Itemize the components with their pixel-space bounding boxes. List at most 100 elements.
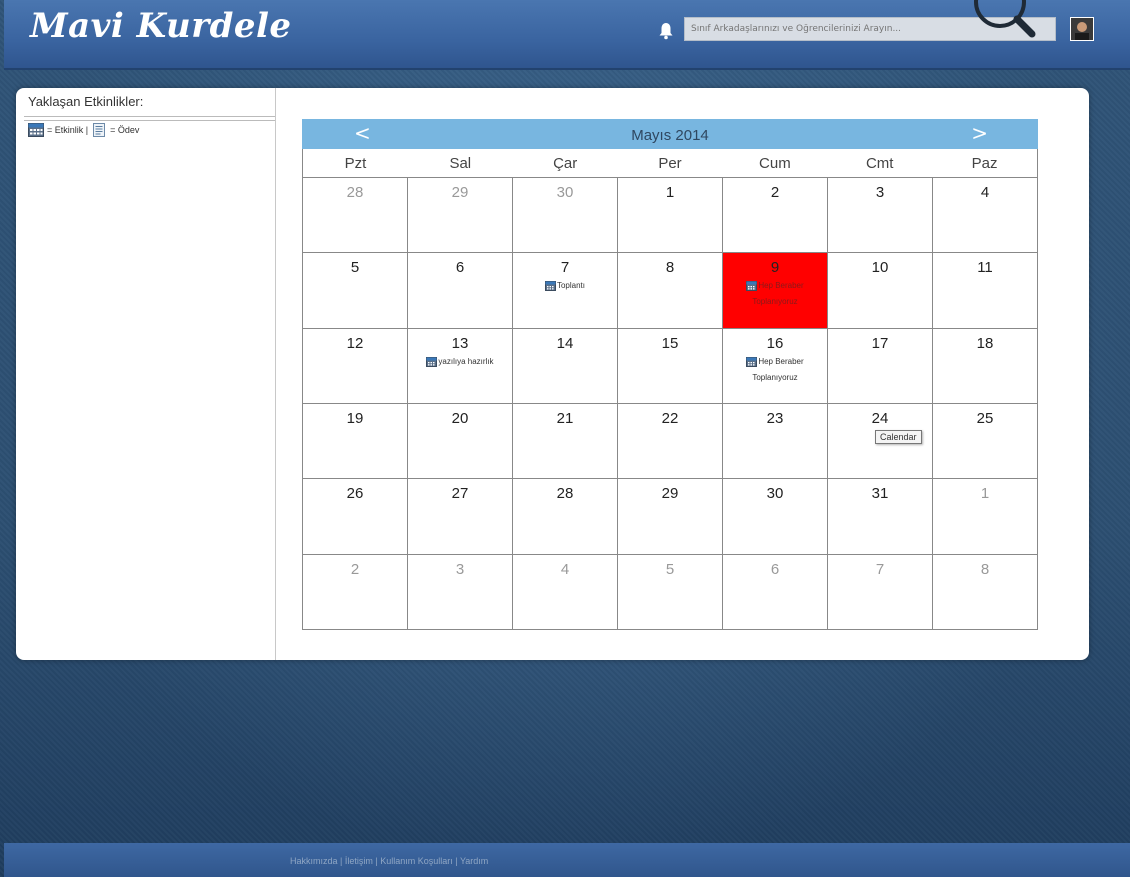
day-number: 14: [556, 334, 574, 352]
calendar-day[interactable]: 25: [933, 404, 1038, 480]
footer-separator: |: [452, 856, 460, 866]
event-calendar-icon: [28, 123, 44, 137]
day-number: 30: [556, 184, 574, 201]
calendar-day[interactable]: 30: [723, 479, 828, 555]
day-number: 10: [871, 259, 889, 277]
day-number: 21: [556, 410, 574, 427]
day-number: 2: [770, 184, 780, 201]
weekday-label: Cum: [759, 155, 791, 172]
calendar-day[interactable]: 19: [303, 404, 408, 480]
sidebar-divider: [24, 116, 275, 121]
footer-links: Hakkımızda | İletişim | Kullanım Koşulla…: [290, 856, 488, 866]
weekday-label: Pzt: [344, 155, 367, 172]
event-calendar-icon: [746, 281, 758, 292]
day-number: 17: [871, 334, 889, 352]
day-number: 20: [451, 410, 469, 427]
event-title: Toplantı: [556, 281, 586, 291]
calendar-day[interactable]: 5: [618, 554, 723, 630]
avatar[interactable]: [1070, 17, 1094, 41]
calendar-day[interactable]: 14: [513, 328, 618, 404]
calendar-day[interactable]: 1: [618, 178, 723, 254]
calendar-day[interactable]: 29: [618, 479, 723, 555]
calendar-day[interactable]: 26: [303, 479, 408, 555]
calendar-day[interactable]: 31: [828, 479, 933, 555]
homework-document-icon: [93, 123, 106, 137]
calendar-day-today[interactable]: 9 Hep Beraber Toplanıyoruz: [723, 253, 828, 329]
tooltip: Calendar: [875, 430, 922, 444]
calendar-event[interactable]: Hep Beraber Toplanıyoruz: [723, 354, 827, 386]
calendar-day[interactable]: 13 yazılıya hazırlık: [408, 328, 513, 404]
bell-icon[interactable]: [658, 22, 674, 40]
logo[interactable]: Mavi Kurdele: [30, 6, 292, 46]
day-number: 30: [766, 485, 784, 503]
day-number: 6: [770, 560, 780, 578]
event-calendar-icon: [746, 356, 758, 367]
calendar-day[interactable]: 16 Hep Beraber Toplanıyoruz: [723, 328, 828, 404]
day-number: 4: [980, 184, 990, 201]
day-number: 11: [977, 259, 993, 277]
calendar-day[interactable]: 27: [408, 479, 513, 555]
calendar-day[interactable]: 10: [828, 253, 933, 329]
day-number: 7: [560, 259, 570, 277]
calendar-day[interactable]: 2: [723, 178, 828, 254]
calendar-day[interactable]: 4: [513, 554, 618, 630]
calendar-day[interactable]: 2: [303, 554, 408, 630]
day-number: 12: [346, 334, 364, 352]
day-number: 25: [976, 410, 994, 427]
calendar-day[interactable]: 30: [513, 178, 618, 254]
event-title: Hep Beraber Toplanıyoruz: [752, 281, 804, 307]
day-number: 1: [980, 485, 990, 503]
next-month-button[interactable]: >: [971, 121, 988, 145]
day-number: 26: [346, 485, 364, 503]
calendar-day[interactable]: 17: [828, 328, 933, 404]
calendar-day[interactable]: 7: [828, 554, 933, 630]
calendar-day[interactable]: 21: [513, 404, 618, 480]
calendar-day[interactable]: 8: [933, 554, 1038, 630]
top-bar: Mavi Kurdele: [4, 0, 1130, 70]
calendar-day[interactable]: 1: [933, 479, 1038, 555]
footer-link-help[interactable]: Yardım: [460, 856, 488, 866]
calendar-day[interactable]: 5: [303, 253, 408, 329]
day-number: 28: [346, 184, 364, 201]
calendar-day[interactable]: 28: [303, 178, 408, 254]
calendar-day[interactable]: 7 Toplantı: [513, 253, 618, 329]
footer-link-terms[interactable]: Kullanım Koşulları: [380, 856, 453, 866]
day-number: 29: [661, 485, 679, 503]
day-number: 24: [871, 410, 889, 427]
search-icon[interactable]: [970, 0, 1046, 42]
day-number: 3: [455, 560, 465, 578]
calendar-day[interactable]: 18: [933, 328, 1038, 404]
calendar-day[interactable]: 23: [723, 404, 828, 480]
day-number: 19: [346, 410, 364, 427]
calendar-day[interactable]: 6: [723, 554, 828, 630]
footer-link-about[interactable]: Hakkımızda: [290, 856, 338, 866]
calendar-day[interactable]: 11: [933, 253, 1038, 329]
calendar-day[interactable]: 4: [933, 178, 1038, 254]
event-title: yazılıya hazırlık: [438, 356, 494, 366]
calendar-day[interactable]: 12: [303, 328, 408, 404]
event-title: Hep Beraber Toplanıyoruz: [752, 356, 804, 382]
calendar-day[interactable]: 20: [408, 404, 513, 480]
day-number: 8: [665, 259, 675, 277]
calendar-day[interactable]: 28: [513, 479, 618, 555]
calendar-day[interactable]: 6: [408, 253, 513, 329]
calendar-day[interactable]: 8: [618, 253, 723, 329]
legend-event-label: = Etkinlik |: [47, 125, 89, 135]
calendar-event[interactable]: Toplantı: [513, 278, 617, 294]
day-number: 6: [455, 259, 465, 277]
calendar-event[interactable]: Hep Beraber Toplanıyoruz: [723, 278, 827, 310]
calendar-day[interactable]: 3: [828, 178, 933, 254]
calendar-event[interactable]: yazılıya hazırlık: [408, 354, 512, 370]
day-number: 22: [661, 410, 679, 427]
sidebar: Yaklaşan Etkinlikler: = Etkinlik | = Öde…: [16, 88, 276, 660]
calendar-day[interactable]: 3: [408, 554, 513, 630]
day-number: 15: [661, 334, 679, 352]
calendar-day[interactable]: 15: [618, 328, 723, 404]
calendar-day[interactable]: 29: [408, 178, 513, 254]
day-number: 8: [980, 560, 990, 578]
footer-link-contact[interactable]: İletişim: [345, 856, 373, 866]
event-calendar-icon: [426, 356, 438, 367]
day-number: 13: [451, 334, 469, 352]
footer: Hakkımızda | İletişim | Kullanım Koşulla…: [4, 843, 1130, 877]
calendar-day[interactable]: 22: [618, 404, 723, 480]
